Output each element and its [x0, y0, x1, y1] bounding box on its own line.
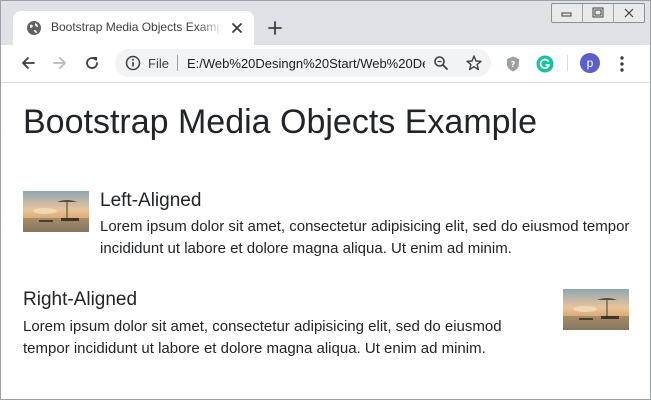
new-tab-icon[interactable] — [265, 18, 285, 38]
address-bar[interactable]: File E:/Web%20Desingn%20Start/Web%20Desi… — [115, 49, 491, 77]
back-arrow-icon[interactable] — [19, 54, 37, 72]
maximize-button[interactable] — [583, 4, 614, 22]
grammarly-icon[interactable] — [536, 55, 554, 73]
browser-tab[interactable]: Bootstrap Media Objects Example — [13, 11, 254, 45]
browser-toolbar: File E:/Web%20Desingn%20Start/Web%20Desi… — [1, 45, 650, 83]
shield-extension-icon[interactable]: ? — [504, 55, 522, 73]
media-body-left: Lorem ipsum dolor sit amet, consectetur … — [100, 218, 630, 257]
more-menu-icon[interactable] — [615, 55, 629, 73]
browser-window: Bootstrap Media Objects Example File E:/… — [0, 0, 651, 400]
toolbar-divider — [567, 55, 568, 71]
url-text[interactable]: E:/Web%20Desingn%20Start/Web%20Desingn%2… — [187, 56, 425, 71]
restore-icon — [592, 7, 604, 18]
beach-image-left — [23, 191, 89, 232]
media-body-right: Lorem ipsum dolor sit amet, consectetur … — [23, 318, 502, 357]
globe-icon — [27, 21, 41, 35]
bookmark-star-icon[interactable] — [465, 54, 483, 72]
reload-icon[interactable] — [83, 54, 101, 72]
minimize-button[interactable] — [552, 4, 583, 22]
close-window-button[interactable] — [614, 4, 644, 22]
omnibox-divider — [177, 55, 178, 71]
page-title: Bootstrap Media Objects Example — [23, 103, 538, 141]
svg-text:?: ? — [511, 60, 516, 69]
tab-strip: Bootstrap Media Objects Example — [1, 1, 650, 45]
beach-sunset-image — [563, 289, 629, 330]
window-controls — [551, 3, 645, 23]
beach-sunset-image — [23, 191, 89, 232]
beach-image-right — [563, 289, 629, 330]
profile-avatar[interactable]: p — [580, 53, 600, 73]
close-tab-icon[interactable] — [229, 20, 245, 36]
minimize-icon — [561, 12, 572, 17]
scheme-label: File — [148, 56, 169, 71]
tab-title: Bootstrap Media Objects Example — [51, 20, 223, 34]
page-content: Bootstrap Media Objects Example Left-Ali… — [1, 83, 650, 399]
zoom-icon[interactable] — [433, 55, 449, 71]
media-heading-right: Right-Aligned — [23, 289, 138, 310]
close-window-icon — [624, 8, 634, 18]
media-heading-left: Left-Aligned — [100, 190, 202, 211]
forward-arrow-icon[interactable] — [51, 54, 69, 72]
info-icon[interactable] — [125, 55, 141, 71]
